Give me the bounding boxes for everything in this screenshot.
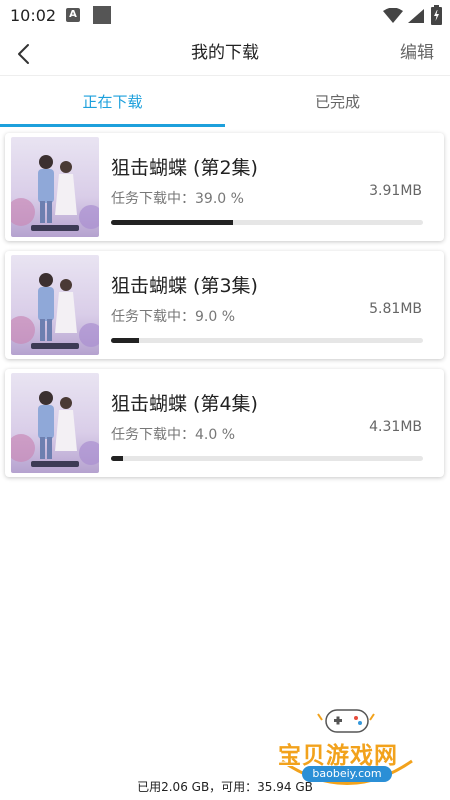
nav-bar: 我的下载 编辑 <box>0 32 450 76</box>
episode-thumbnail <box>11 373 99 473</box>
progress-fill <box>111 220 233 225</box>
progress-fill <box>111 456 124 461</box>
status-bar: 10:02 A <box>0 0 450 32</box>
battery-icon <box>431 5 442 25</box>
episode-title: 狙击蝴蝶 (第3集) <box>111 275 258 297</box>
tab-downloading[interactable]: 正在下载 <box>0 77 225 127</box>
back-button[interactable] <box>8 36 44 72</box>
back-arrow-icon <box>18 44 29 64</box>
download-status: 任务下载中：4.0 % <box>111 427 236 443</box>
watermark-logo: 宝贝游戏网 baobeiy.com <box>262 706 432 796</box>
download-status: 任务下载中：39.0 % <box>111 191 244 207</box>
progress-fill <box>111 338 140 343</box>
status-time: 10:02 <box>10 6 57 25</box>
progress-bar <box>111 220 423 225</box>
episode-title: 狙击蝴蝶 (第4集) <box>111 393 258 415</box>
signal-icon <box>408 9 424 23</box>
edit-button[interactable]: 编辑 <box>400 37 434 69</box>
progress-bar <box>111 456 423 461</box>
tab-bar: 正在下载 已完成 <box>0 77 450 127</box>
tab-completed[interactable]: 已完成 <box>225 77 450 127</box>
a-notification-icon: A <box>66 8 80 22</box>
active-tab-indicator <box>0 124 225 127</box>
episode-thumbnail <box>11 137 99 237</box>
watermark-url: baobeiy.com <box>302 766 392 782</box>
a-badge-label: A <box>69 9 77 20</box>
download-item[interactable]: 狙击蝴蝶 (第4集) 任务下载中：4.0 % 4.31MB <box>5 369 444 477</box>
download-status: 任务下载中：9.0 % <box>111 309 236 325</box>
progress-bar <box>111 338 423 343</box>
file-size: 5.81MB <box>369 301 422 317</box>
file-size: 4.31MB <box>369 419 422 435</box>
download-item[interactable]: 狙击蝴蝶 (第2集) 任务下载中：39.0 % 3.91MB <box>5 133 444 241</box>
square-notification-icon <box>93 6 111 24</box>
episode-title: 狙击蝴蝶 (第2集) <box>111 157 258 179</box>
wifi-icon <box>383 8 403 23</box>
file-size: 3.91MB <box>369 183 422 199</box>
page-title: 我的下载 <box>191 43 259 63</box>
episode-thumbnail <box>11 255 99 355</box>
download-item[interactable]: 狙击蝴蝶 (第3集) 任务下载中：9.0 % 5.81MB <box>5 251 444 359</box>
watermark-title: 宝贝游戏网 <box>278 743 398 769</box>
